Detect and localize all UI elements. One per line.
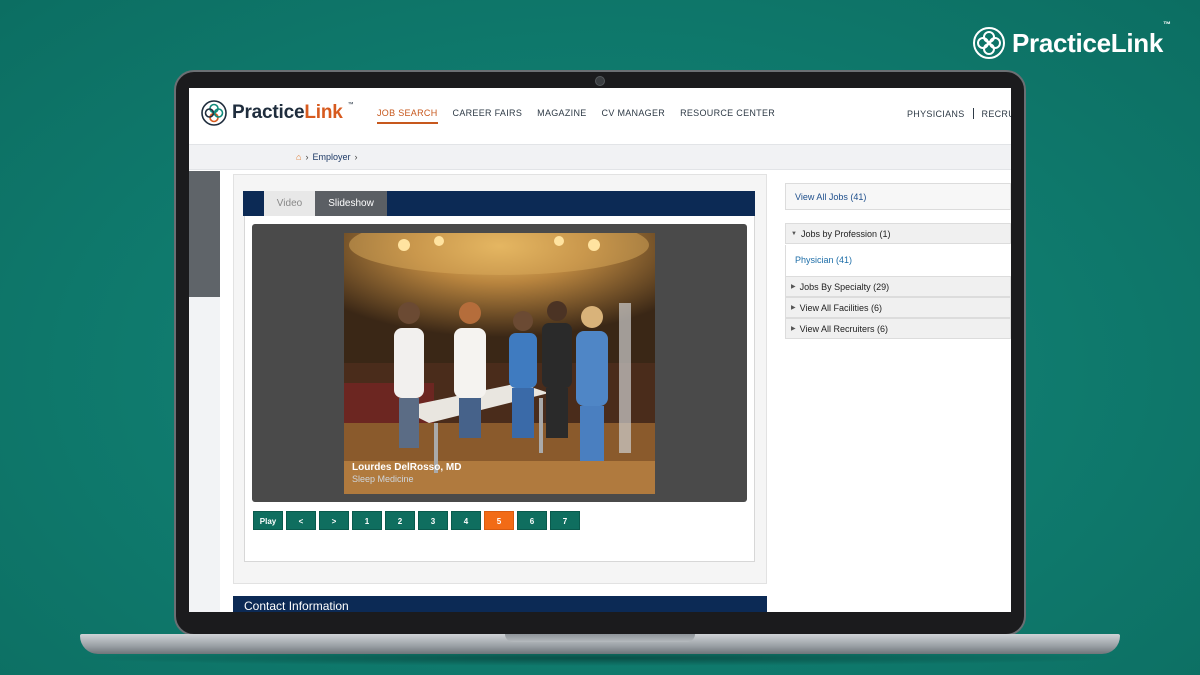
nav-physicians[interactable]: PHYSICIANS [907, 109, 965, 119]
view-all-jobs-link[interactable]: View All Jobs (41) [785, 183, 1011, 210]
logo-trademark: ™ [347, 102, 354, 108]
photo-illustration [344, 233, 655, 494]
nav-career-fairs[interactable]: CAREER FAIRS [453, 108, 523, 124]
next-button[interactable]: > [319, 511, 349, 530]
chevron-right-icon: › [354, 152, 358, 162]
nav-magazine[interactable]: MAGAZINE [537, 108, 586, 124]
audience-nav: PHYSICIANS RECRUITI [907, 108, 1011, 119]
profession-list: Physician (41) [785, 245, 1011, 277]
media-tabs: Video Slideshow [243, 191, 755, 216]
contact-information-header: Contact Information [233, 596, 767, 612]
slideshow-pager: Play < > 1 2 3 4 5 6 7 [253, 511, 580, 530]
corner-brand-name: PracticeLink™ [1012, 19, 1171, 58]
triangle-right-icon: ▶ [791, 284, 796, 290]
page-1-button[interactable]: 1 [352, 511, 382, 530]
breadcrumb-employer[interactable]: Employer [312, 152, 350, 162]
physician-link[interactable]: Physician (41) [795, 255, 852, 265]
practicelink-logo-icon [201, 100, 227, 126]
laptop-notch [505, 634, 695, 642]
view-all-facilities-toggle[interactable]: ▶ View All Facilities (6) [785, 297, 1011, 318]
page-6-button[interactable]: 6 [517, 511, 547, 530]
page-4-button[interactable]: 4 [451, 511, 481, 530]
jobs-by-profession-label: Jobs by Profession (1) [800, 228, 891, 239]
breadcrumb-bar: ⌂ › Employer › [189, 144, 1011, 170]
view-all-facilities-label: View All Facilities (6) [799, 302, 882, 313]
main-nav: JOB SEARCH CAREER FAIRS MAGAZINE CV MANA… [377, 108, 775, 124]
jobs-by-profession-toggle[interactable]: ▼ Jobs by Profession (1) [785, 223, 1011, 244]
slideshow-photo[interactable]: Lourdes DelRosso, MD Sleep Medicine [344, 233, 655, 494]
browser-screen: PracticeLink ™ JOB SEARCH CAREER FAIRS M… [189, 88, 1011, 612]
page-7-button[interactable]: 7 [550, 511, 580, 530]
page-2-button[interactable]: 2 [385, 511, 415, 530]
nav-recruiters[interactable]: RECRUITI [982, 109, 1011, 119]
caption-specialty: Sleep Medicine [352, 474, 414, 484]
triangle-right-icon: ▶ [791, 305, 796, 311]
nav-cv-manager[interactable]: CV MANAGER [602, 108, 666, 124]
triangle-down-icon: ▼ [791, 230, 797, 237]
triangle-right-icon: ▶ [791, 326, 796, 332]
breadcrumb: ⌂ › Employer › [296, 152, 357, 162]
nav-resource-center[interactable]: RESOURCE CENTER [680, 108, 775, 124]
nav-divider [972, 108, 974, 119]
left-sidebar-block [189, 171, 220, 297]
view-all-recruiters-toggle[interactable]: ▶ View All Recruiters (6) [785, 318, 1011, 339]
play-button[interactable]: Play [253, 511, 283, 530]
practicelink-logo-icon [973, 27, 1005, 59]
site-header: PracticeLink ™ JOB SEARCH CAREER FAIRS M… [189, 88, 1011, 144]
logo-wordmark: PracticeLink [232, 102, 343, 123]
view-all-recruiters-label: View All Recruiters (6) [799, 323, 888, 334]
corner-brand: PracticeLink™ [972, 19, 1171, 60]
home-icon[interactable]: ⌂ [296, 152, 301, 162]
camera-icon [595, 76, 605, 86]
page-3-button[interactable]: 3 [418, 511, 448, 530]
page-5-button[interactable]: 5 [484, 511, 514, 530]
caption-name: Lourdes DelRosso, MD [352, 462, 462, 473]
nav-job-search[interactable]: JOB SEARCH [377, 108, 438, 124]
chevron-right-icon: › [305, 152, 309, 162]
tab-video[interactable]: Video [264, 191, 315, 216]
tab-slideshow[interactable]: Slideshow [315, 191, 387, 216]
site-logo[interactable]: PracticeLink ™ [201, 100, 354, 126]
jobs-by-specialty-label: Jobs By Specialty (29) [799, 281, 890, 292]
jobs-by-specialty-toggle[interactable]: ▶ Jobs By Specialty (29) [785, 276, 1011, 297]
prev-button[interactable]: < [286, 511, 316, 530]
